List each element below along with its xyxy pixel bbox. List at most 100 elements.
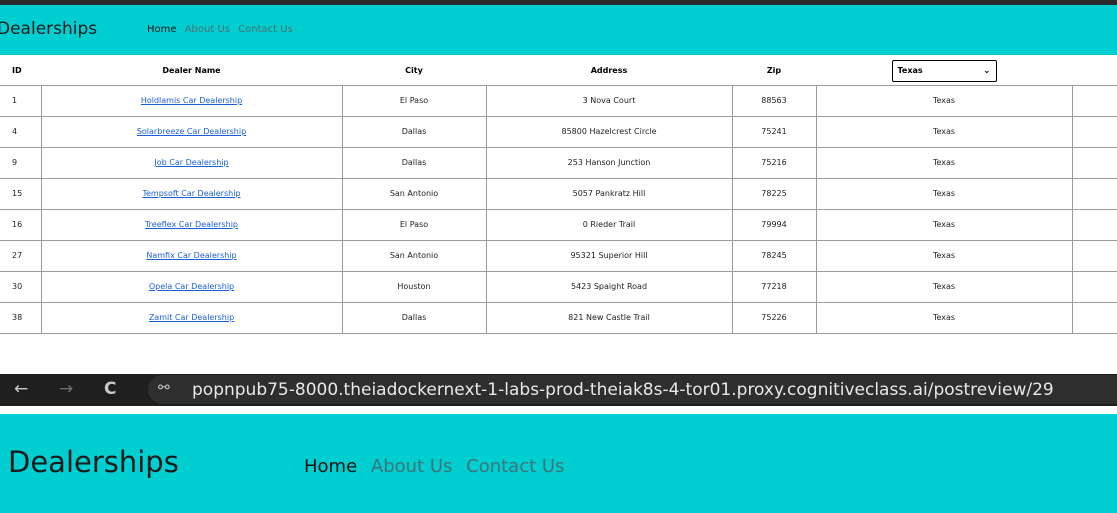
cell-city: Houston — [341, 271, 486, 303]
header-city: City — [342, 57, 486, 86]
cell-zip: 77218 — [731, 271, 816, 303]
forward-icon[interactable]: → — [59, 379, 73, 399]
header-extra — [1072, 57, 1117, 86]
cell-extra — [1071, 271, 1117, 303]
cell-zip: 88563 — [731, 85, 816, 117]
url-text[interactable]: popnpub75-8000.theiadockernext-1-labs-pr… — [192, 380, 1054, 400]
cell-zip: 78245 — [731, 240, 816, 272]
cell-id: 9 — [0, 147, 41, 179]
bottom-nav-contact[interactable]: Contact Us — [466, 456, 564, 477]
cell-zip: 78225 — [731, 178, 816, 210]
cell-state: Texas — [815, 147, 1072, 179]
cell-dealer-name: Holdlamis Car Dealership — [40, 85, 342, 117]
cell-dealer-name: Treeflex Car Dealership — [40, 209, 342, 241]
cell-id: 1 — [0, 85, 41, 117]
bottom-nav-links: Home About Us Contact Us — [304, 456, 572, 477]
cell-zip: 75226 — [731, 302, 816, 334]
cell-id: 30 — [0, 271, 41, 303]
state-select-value: Texas — [897, 66, 923, 76]
dealer-link[interactable]: Holdlamis Car Dealership — [141, 96, 242, 105]
cell-state: Texas — [815, 85, 1072, 117]
cell-extra — [1071, 240, 1117, 272]
cell-state: Texas — [815, 116, 1072, 148]
dealer-link[interactable]: Namfix Car Dealership — [146, 251, 236, 260]
cell-id: 15 — [0, 178, 41, 210]
cell-id: 4 — [0, 116, 41, 148]
cell-city: Dallas — [341, 302, 486, 334]
dealers-table: ID Dealer Name City Address Zip Texas ⌄ … — [0, 57, 1117, 334]
cell-extra — [1071, 302, 1117, 334]
top-brand[interactable]: Dealerships — [0, 19, 97, 39]
cell-zip: 75216 — [731, 147, 816, 179]
top-nav-home[interactable]: Home — [147, 24, 177, 35]
cell-extra — [1071, 209, 1117, 241]
cell-state: Texas — [815, 302, 1072, 334]
table-row: 9 Job Car Dealership Dallas 253 Hanson Junc… — [0, 147, 1117, 179]
cell-dealer-name: Solarbreeze Car Dealership — [40, 116, 342, 148]
cell-extra — [1071, 178, 1117, 210]
cell-id: 27 — [0, 240, 41, 272]
top-nav-links: Home About Us Contact Us — [147, 24, 298, 35]
cell-state: Texas — [815, 240, 1072, 272]
table-row: 1 Holdlamis Car Dealership El Paso 3 Nova C… — [0, 85, 1117, 117]
header-dealer-name: Dealer Name — [41, 57, 342, 86]
cell-address: 85800 Hazelcrest Circle — [485, 116, 732, 148]
cell-zip: 79994 — [731, 209, 816, 241]
cell-city: San Antonio — [341, 240, 486, 272]
cell-dealer-name: Tempsoft Car Dealership — [40, 178, 342, 210]
dealer-link[interactable]: Opela Car Dealership — [149, 282, 234, 291]
state-select[interactable]: Texas ⌄ — [891, 59, 997, 82]
cell-address: 821 New Castle Trail — [485, 302, 732, 334]
cell-dealer-name: Job Car Dealership — [40, 147, 342, 179]
dealer-link[interactable]: Solarbreeze Car Dealership — [137, 127, 246, 136]
cell-city: El Paso — [341, 85, 486, 117]
top-nav-contact[interactable]: Contact Us — [238, 24, 293, 35]
cell-extra — [1071, 85, 1117, 117]
table-row: 4 Solarbreeze Car Dealership Dallas 85800 H… — [0, 116, 1117, 148]
address-bar[interactable]: ⚯ popnpub75-8000.theiadockernext-1-labs-… — [148, 375, 1117, 404]
cell-city: San Antonio — [341, 178, 486, 210]
cell-address: 95321 Superior Hill — [485, 240, 732, 272]
table-row: 30 Opela Car Dealership Houston 5423 Spaigh… — [0, 271, 1117, 303]
back-icon[interactable]: ← — [14, 379, 28, 399]
chevron-down-icon: ⌄ — [982, 65, 991, 76]
cell-address: 0 Rieder Trail — [485, 209, 732, 241]
dealer-link[interactable]: Tempsoft Car Dealership — [142, 189, 240, 198]
dealer-link[interactable]: Job Car Dealership — [154, 158, 228, 167]
table-row: 27 Namfix Car Dealership San Antonio 95321 … — [0, 240, 1117, 272]
cell-city: Dallas — [341, 147, 486, 179]
cell-address: 5057 Pankratz Hill — [485, 178, 732, 210]
cell-city: Dallas — [341, 116, 486, 148]
dealers-table-container: ID Dealer Name City Address Zip Texas ⌄ … — [0, 57, 1117, 334]
bottom-nav-about[interactable]: About Us — [371, 456, 453, 477]
reload-icon[interactable]: C — [104, 379, 116, 399]
cell-dealer-name: Opela Car Dealership — [40, 271, 342, 303]
cell-extra — [1071, 116, 1117, 148]
table-header-row: ID Dealer Name City Address Zip Texas ⌄ — [0, 57, 1117, 86]
table-row: 38 Zamit Car Dealership Dallas 821 New Cast… — [0, 302, 1117, 334]
top-nav-about[interactable]: About Us — [185, 24, 230, 35]
cell-dealer-name: Namfix Car Dealership — [40, 240, 342, 272]
cell-id: 16 — [0, 209, 41, 241]
dealer-link[interactable]: Treeflex Car Dealership — [145, 220, 238, 229]
cell-state: Texas — [815, 209, 1072, 241]
top-navbar: Dealerships Home About Us Contact Us — [0, 5, 1117, 55]
cell-state: Texas — [815, 271, 1072, 303]
header-address: Address — [486, 57, 732, 86]
cell-dealer-name: Zamit Car Dealership — [40, 302, 342, 334]
cell-address: 253 Hanson Junction — [485, 147, 732, 179]
cell-city: El Paso — [341, 209, 486, 241]
header-id: ID — [0, 57, 41, 86]
bottom-navbar: Dealerships Home About Us Contact Us — [0, 414, 1117, 513]
browser-toolbar: ← → C ⚯ popnpub75-8000.theiadockernext-1… — [0, 374, 1117, 406]
cell-address: 5423 Spaight Road — [485, 271, 732, 303]
cell-state: Texas — [815, 178, 1072, 210]
cell-extra — [1071, 147, 1117, 179]
dealer-link[interactable]: Zamit Car Dealership — [149, 313, 234, 322]
cell-id: 38 — [0, 302, 41, 334]
bottom-brand[interactable]: Dealerships — [8, 445, 179, 479]
cell-address: 3 Nova Court — [485, 85, 732, 117]
table-row: 15 Tempsoft Car Dealership San Antonio 5057… — [0, 178, 1117, 210]
site-info-icon[interactable]: ⚯ — [158, 379, 170, 396]
bottom-nav-home[interactable]: Home — [304, 456, 357, 477]
